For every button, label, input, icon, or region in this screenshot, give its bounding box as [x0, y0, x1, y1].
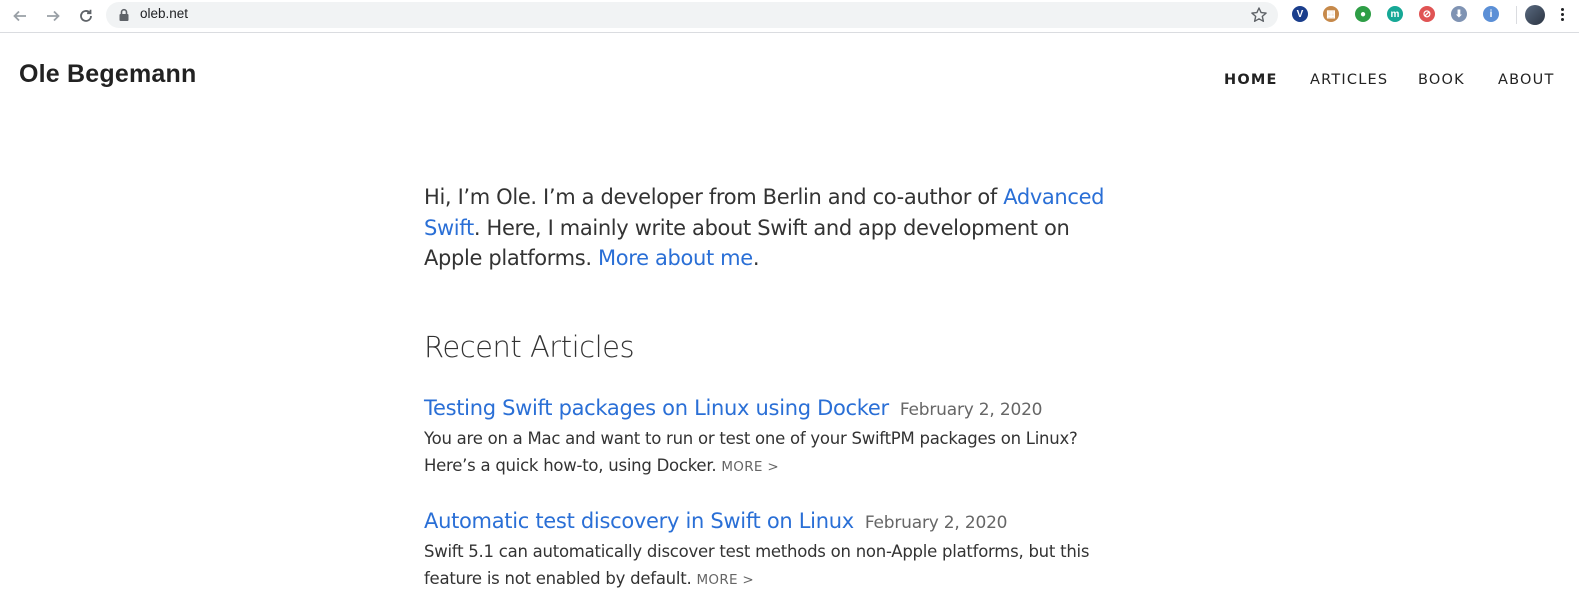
- lock-icon: [119, 8, 129, 21]
- download-extension-icon[interactable]: ⬇: [1451, 6, 1467, 22]
- blocker-extension-icon[interactable]: ⊘: [1419, 6, 1435, 22]
- m-extension-icon[interactable]: m: [1387, 6, 1403, 22]
- nav-book[interactable]: BOOK: [1418, 72, 1465, 88]
- reload-button[interactable]: [75, 5, 97, 27]
- forward-button[interactable]: [42, 5, 64, 27]
- article-date: February 2, 2020: [864, 513, 1008, 533]
- reload-icon: [80, 9, 92, 22]
- article-item: Automatic test discovery in Swift on Lin…: [424, 509, 1124, 593]
- nav-about[interactable]: ABOUT: [1498, 72, 1555, 88]
- info-extension-icon[interactable]: i: [1483, 6, 1499, 22]
- browser-toolbar: oleb.net V ▦ ● m ⊘ ⬇ i: [0, 0, 1579, 33]
- back-button[interactable]: [9, 5, 31, 27]
- more-about-me-link[interactable]: More about me: [598, 246, 753, 270]
- article-summary: You are on a Mac and want to run or test…: [424, 426, 1124, 480]
- arrow-left-icon: [13, 10, 26, 22]
- more-link[interactable]: MORE >: [696, 572, 754, 588]
- intro-text: Hi, I’m Ole. I’m a developer from Berlin…: [424, 185, 1004, 209]
- article-title-link[interactable]: Testing Swift packages on Linux using Do…: [424, 396, 889, 420]
- recent-articles-heading: Recent Articles: [424, 330, 635, 364]
- toolbar-divider: [1516, 6, 1517, 24]
- url-text[interactable]: oleb.net: [140, 6, 188, 21]
- site-title[interactable]: Ole Begemann: [19, 60, 196, 89]
- more-link[interactable]: MORE >: [721, 459, 779, 475]
- nav-articles[interactable]: ARTICLES: [1310, 72, 1388, 88]
- article-summary-text: Swift 5.1 can automatically discover tes…: [424, 542, 1090, 588]
- article-item: Testing Swift packages on Linux using Do…: [424, 396, 1124, 480]
- article-date: February 2, 2020: [899, 400, 1043, 420]
- bookmark-star-icon[interactable]: [1250, 6, 1268, 24]
- article-title-link[interactable]: Automatic test discovery in Swift on Lin…: [424, 509, 854, 533]
- vimeo-extension-icon[interactable]: V: [1292, 6, 1308, 22]
- intro-paragraph: Hi, I’m Ole. I’m a developer from Berlin…: [424, 182, 1124, 274]
- arrow-right-icon: [47, 10, 60, 22]
- browser-menu-icon[interactable]: [1561, 8, 1565, 24]
- profile-avatar[interactable]: [1525, 5, 1545, 25]
- toolbox-extension-icon[interactable]: ▦: [1323, 6, 1339, 22]
- nav-home[interactable]: HOME: [1224, 72, 1278, 88]
- article-summary: Swift 5.1 can automatically discover tes…: [424, 539, 1124, 593]
- main-content: Hi, I’m Ole. I’m a developer from Berlin…: [424, 182, 1124, 588]
- pushbullet-extension-icon[interactable]: ●: [1355, 6, 1371, 22]
- intro-text-end: .: [752, 246, 760, 270]
- address-bar[interactable]: oleb.net: [106, 2, 1278, 28]
